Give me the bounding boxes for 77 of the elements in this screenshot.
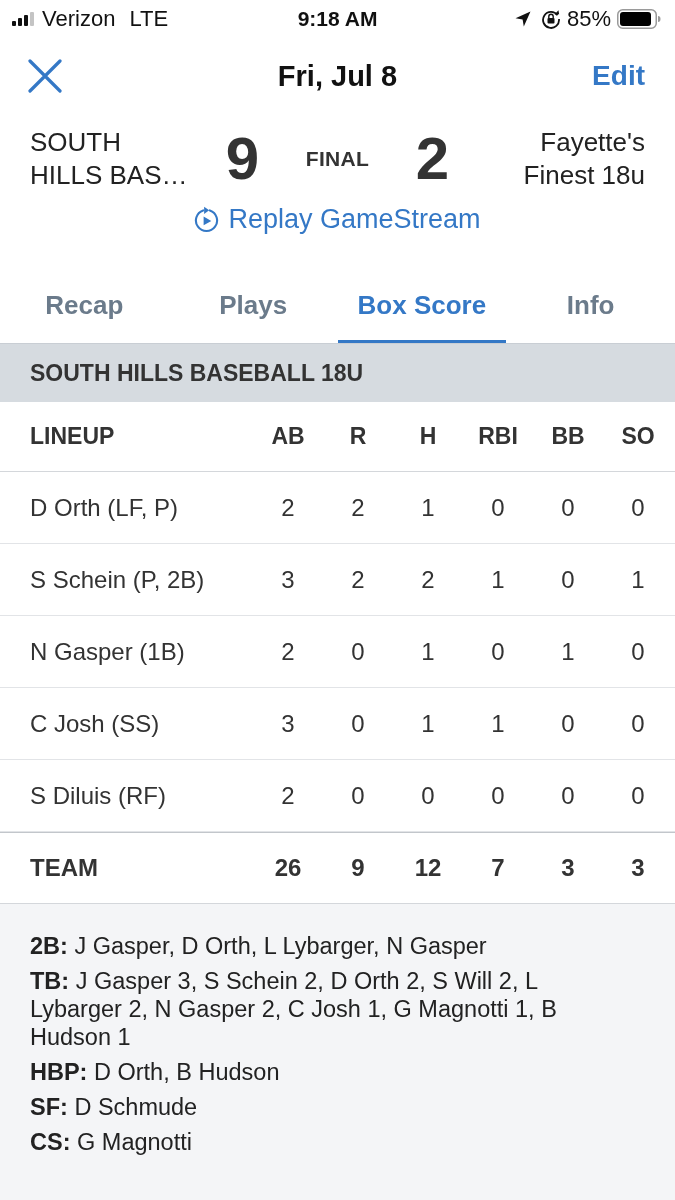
column-header: SO bbox=[621, 423, 655, 450]
close-icon bbox=[28, 59, 62, 93]
game-status: FINAL bbox=[305, 147, 370, 171]
total-cell: 12 bbox=[414, 854, 442, 882]
total-cell: 26 bbox=[274, 854, 302, 882]
replay-icon bbox=[194, 205, 220, 233]
network-type: LTE bbox=[129, 6, 169, 32]
signal-icon bbox=[12, 12, 34, 26]
table-cell: 1 bbox=[421, 493, 435, 522]
total-cell: 9 bbox=[351, 854, 365, 882]
table-cell: 1 bbox=[421, 709, 435, 738]
table-cell: 0 bbox=[561, 781, 575, 810]
edit-button[interactable]: Edit bbox=[592, 60, 645, 92]
team-header: SOUTH HILLS BASEBALL 18U bbox=[0, 344, 675, 402]
total-cell: TEAM bbox=[30, 854, 98, 882]
column-header: R bbox=[349, 423, 367, 450]
table-cell: 2 bbox=[351, 565, 365, 594]
stat-note: TB: J Gasper 3, S Schein 2, D Orth 2, S Will 2, L Lybarger 2, N Gasper 2, C Josh 1, G Magnotti 1, B Hudson 1 bbox=[30, 967, 558, 1051]
total-cell: 3 bbox=[561, 854, 575, 882]
tab[interactable]: Plays bbox=[168, 268, 338, 343]
table-cell: 0 bbox=[491, 781, 505, 810]
status-time: 9:18 AM bbox=[297, 7, 378, 31]
table-cell: 0 bbox=[421, 781, 435, 810]
table-cell: 0 bbox=[351, 709, 365, 738]
table-cell: C Josh (SS) bbox=[30, 709, 160, 738]
table-cell: 0 bbox=[561, 565, 575, 594]
rotation-lock-icon bbox=[540, 9, 561, 29]
stat-note: SF: D Schmude bbox=[30, 1093, 199, 1121]
table-cell: 2 bbox=[281, 781, 295, 810]
stat-note: CS: G Magnotti bbox=[30, 1128, 193, 1156]
table-cell: 3 bbox=[281, 565, 295, 594]
table-cell: D Orth (LF, P) bbox=[30, 493, 179, 522]
table-cell: N Gasper (1B) bbox=[30, 637, 185, 666]
page-title: Fri, Jul 8 bbox=[277, 59, 398, 93]
total-cell: 7 bbox=[491, 854, 505, 882]
table-cell: 1 bbox=[491, 709, 505, 738]
column-header: LINEUP bbox=[30, 423, 115, 450]
battery-icon bbox=[617, 9, 661, 29]
table-cell: 1 bbox=[421, 637, 435, 666]
column-header: H bbox=[419, 423, 437, 450]
team-name: SOUTH HILLS BAS… bbox=[30, 126, 189, 192]
stat-note: HBP: D Orth, B Hudson bbox=[30, 1058, 281, 1086]
tab[interactable]: Info bbox=[506, 268, 675, 343]
carrier-name: Verizon bbox=[42, 6, 116, 32]
table-cell: 1 bbox=[561, 637, 575, 666]
location-arrow-icon bbox=[514, 11, 531, 27]
table-cell: 2 bbox=[421, 565, 435, 594]
table-cell: S Schein (P, 2B) bbox=[30, 565, 205, 594]
column-header: RBI bbox=[478, 423, 518, 450]
table-cell: 0 bbox=[491, 637, 505, 666]
table-cell: 0 bbox=[561, 709, 575, 738]
table-cell: 2 bbox=[351, 493, 365, 522]
team-score: 2 bbox=[415, 127, 450, 191]
stat-note: 2B: J Gasper, D Orth, L Lybarger, N Gasper bbox=[30, 932, 488, 960]
column-header: BB bbox=[551, 423, 585, 450]
table-cell: 3 bbox=[281, 709, 295, 738]
team-name: Fayette's Finest 18u bbox=[522, 126, 645, 192]
column-header: AB bbox=[271, 423, 305, 450]
total-cell: 3 bbox=[631, 854, 645, 882]
table-cell: 2 bbox=[281, 637, 295, 666]
table-cell: 0 bbox=[631, 781, 645, 810]
close-button[interactable] bbox=[28, 59, 62, 93]
table-cell: 0 bbox=[351, 637, 365, 666]
replay-link[interactable]: Replay GameStream bbox=[194, 202, 481, 236]
table-cell: 1 bbox=[491, 565, 505, 594]
team-score: 9 bbox=[225, 127, 260, 191]
table-cell: 2 bbox=[281, 493, 295, 522]
tab[interactable]: Recap bbox=[0, 268, 169, 343]
table-cell: 0 bbox=[631, 637, 645, 666]
table-cell: 0 bbox=[351, 781, 365, 810]
table-cell: 0 bbox=[631, 493, 645, 522]
battery-percent: 85% bbox=[566, 6, 611, 32]
table-cell: S Diluis (RF) bbox=[30, 781, 166, 810]
table-cell: 1 bbox=[631, 565, 645, 594]
table-cell: 0 bbox=[491, 493, 505, 522]
table-cell: 0 bbox=[631, 709, 645, 738]
table-cell: 0 bbox=[561, 493, 575, 522]
